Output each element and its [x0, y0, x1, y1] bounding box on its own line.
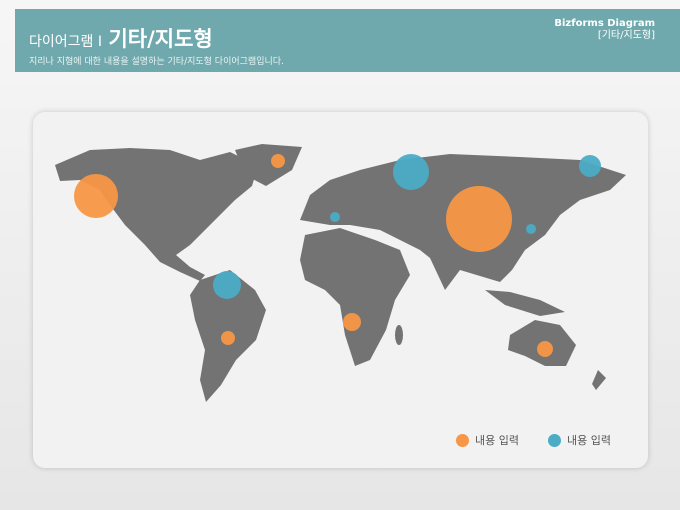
bubble-northern-south-america [213, 271, 241, 299]
legend-item-blue: 내용 입력 [548, 432, 611, 448]
blue-dot-icon [548, 433, 561, 447]
orange-dot-icon [456, 433, 469, 447]
southeast-asia-islands [485, 290, 565, 316]
bubble-china [446, 186, 512, 252]
bubble-greenland [271, 154, 285, 168]
bubble-russia-west [393, 154, 429, 190]
bubble-southern-africa [343, 313, 361, 331]
africa [300, 228, 410, 366]
legend-item-orange: 내용 입력 [456, 432, 519, 448]
bubble-korea [526, 224, 536, 234]
legend-label: 내용 입력 [475, 434, 519, 447]
bubble-russia-east [579, 155, 601, 177]
legend-label: 내용 입력 [567, 434, 611, 447]
bubble-mediterranean [330, 212, 340, 222]
new-zealand [592, 370, 606, 390]
bubble-southern-south-america [221, 331, 235, 345]
madagascar [395, 325, 403, 345]
bubble-australia [537, 341, 553, 357]
bubble-north-america-west [74, 174, 118, 218]
land [55, 144, 626, 402]
